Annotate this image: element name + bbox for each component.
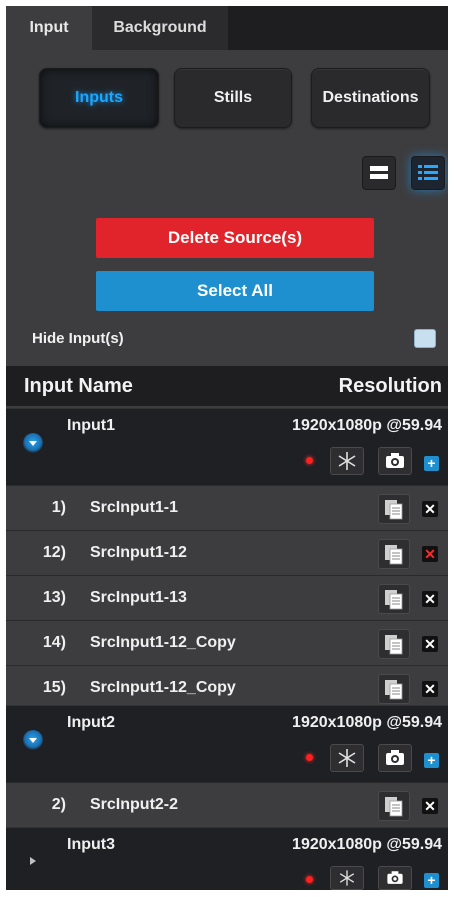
hide-inputs-label: Hide Input(s) — [32, 330, 124, 347]
single-view-icon — [370, 166, 388, 179]
copy-source-button[interactable] — [378, 674, 410, 704]
source-row[interactable]: 12) SrcInput1-12 ✕ — [6, 530, 448, 575]
input-group-name: Input2 — [67, 714, 115, 731]
source-number: 14) — [42, 634, 66, 651]
source-name: SrcInput1-12_Copy — [90, 634, 236, 651]
add-source-button[interactable]: + — [424, 753, 439, 768]
input-group-row[interactable]: Input2 1920x1080p @59.94 + — [6, 705, 448, 782]
column-header-resolution: Resolution — [338, 375, 442, 397]
source-row[interactable]: 15) SrcInput1-12_Copy ✕ — [6, 665, 448, 710]
hide-inputs-checkbox[interactable] — [414, 329, 436, 348]
freeze-button[interactable] — [330, 744, 364, 772]
input-group-row[interactable]: Input3 1920x1080p @59.94 + — [6, 827, 448, 890]
delete-source-icon[interactable]: ✕ — [422, 798, 438, 814]
single-view-button[interactable] — [362, 156, 396, 190]
tab-input[interactable]: Input — [6, 6, 92, 50]
expand-toggle-icon[interactable] — [23, 730, 43, 750]
delete-source-icon[interactable]: ✕ — [422, 591, 438, 607]
copy-source-button[interactable] — [378, 791, 410, 821]
copy-source-button[interactable] — [378, 629, 410, 659]
delete-source-icon[interactable]: ✕ — [422, 636, 438, 652]
copy-icon — [385, 590, 403, 610]
destinations-mode-button[interactable]: Destinations — [311, 68, 430, 128]
expand-toggle-icon[interactable] — [23, 433, 43, 453]
source-number: 2) — [51, 796, 66, 813]
collapsed-arrow-icon[interactable] — [30, 857, 36, 865]
camera-icon — [386, 750, 404, 765]
input-group-resolution: 1920x1080p @59.94 — [292, 714, 442, 731]
source-name: SrcInput1-12_Copy — [90, 679, 236, 696]
snapshot-button[interactable] — [378, 866, 412, 890]
copy-source-button[interactable] — [378, 494, 410, 524]
live-indicator-icon — [306, 754, 313, 761]
input-group-resolution: 1920x1080p @59.94 — [292, 417, 442, 434]
live-indicator-icon — [306, 876, 313, 883]
snowflake-icon — [338, 749, 356, 767]
source-name: SrcInput1-1 — [90, 499, 179, 516]
delete-sources-button[interactable]: Delete Source(s) — [96, 218, 374, 258]
snapshot-button[interactable] — [378, 447, 412, 475]
copy-icon — [385, 797, 403, 817]
live-indicator-icon — [306, 457, 313, 464]
copy-icon — [385, 680, 403, 700]
source-row[interactable]: 1) SrcInput1-1 ✕ — [6, 485, 448, 530]
source-name: SrcInput2-2 — [90, 796, 179, 813]
copy-icon — [385, 545, 403, 565]
tab-bar: Input Background — [6, 6, 448, 50]
delete-source-icon[interactable]: ✕ — [422, 546, 438, 562]
snowflake-icon — [338, 452, 356, 470]
delete-source-icon[interactable]: ✕ — [422, 501, 438, 517]
source-name: SrcInput1-13 — [90, 589, 187, 606]
add-source-button[interactable]: + — [424, 873, 439, 888]
column-header-input-name: Input Name — [24, 375, 133, 397]
copy-source-button[interactable] — [378, 584, 410, 614]
input-group-name: Input1 — [67, 417, 115, 434]
input-group-name: Input3 — [67, 836, 115, 853]
input-panel: Input Background Inputs Stills Destinati… — [6, 6, 448, 890]
copy-source-button[interactable] — [378, 539, 410, 569]
source-number: 12) — [42, 544, 66, 561]
input-group-resolution: 1920x1080p @59.94 — [292, 836, 442, 853]
source-row[interactable]: 2) SrcInput2-2 ✕ — [6, 782, 448, 827]
select-all-button[interactable]: Select All — [96, 271, 374, 311]
copy-icon — [385, 500, 403, 520]
copy-icon — [385, 635, 403, 655]
list-header: Input Name Resolution — [6, 366, 448, 406]
stills-mode-button[interactable]: Stills — [174, 68, 292, 128]
source-number: 15) — [42, 679, 66, 696]
delete-source-icon[interactable]: ✕ — [422, 681, 438, 697]
source-row[interactable]: 14) SrcInput1-12_Copy ✕ — [6, 620, 448, 665]
list-view-button[interactable] — [411, 156, 445, 190]
source-number: 1) — [51, 499, 66, 516]
freeze-button[interactable] — [330, 447, 364, 475]
camera-icon — [386, 453, 404, 468]
snapshot-button[interactable] — [378, 744, 412, 772]
source-name: SrcInput1-12 — [90, 544, 187, 561]
add-source-button[interactable]: + — [424, 456, 439, 471]
list-view-icon — [418, 165, 438, 180]
tab-background[interactable]: Background — [92, 6, 228, 50]
source-row[interactable]: 13) SrcInput1-13 ✕ — [6, 575, 448, 620]
snowflake-icon — [339, 870, 355, 886]
camera-icon — [387, 871, 403, 884]
source-number: 13) — [42, 589, 66, 606]
input-group-row[interactable]: Input1 1920x1080p @59.94 + — [6, 408, 448, 485]
freeze-button[interactable] — [330, 866, 364, 890]
inputs-mode-button[interactable]: Inputs — [39, 68, 159, 128]
